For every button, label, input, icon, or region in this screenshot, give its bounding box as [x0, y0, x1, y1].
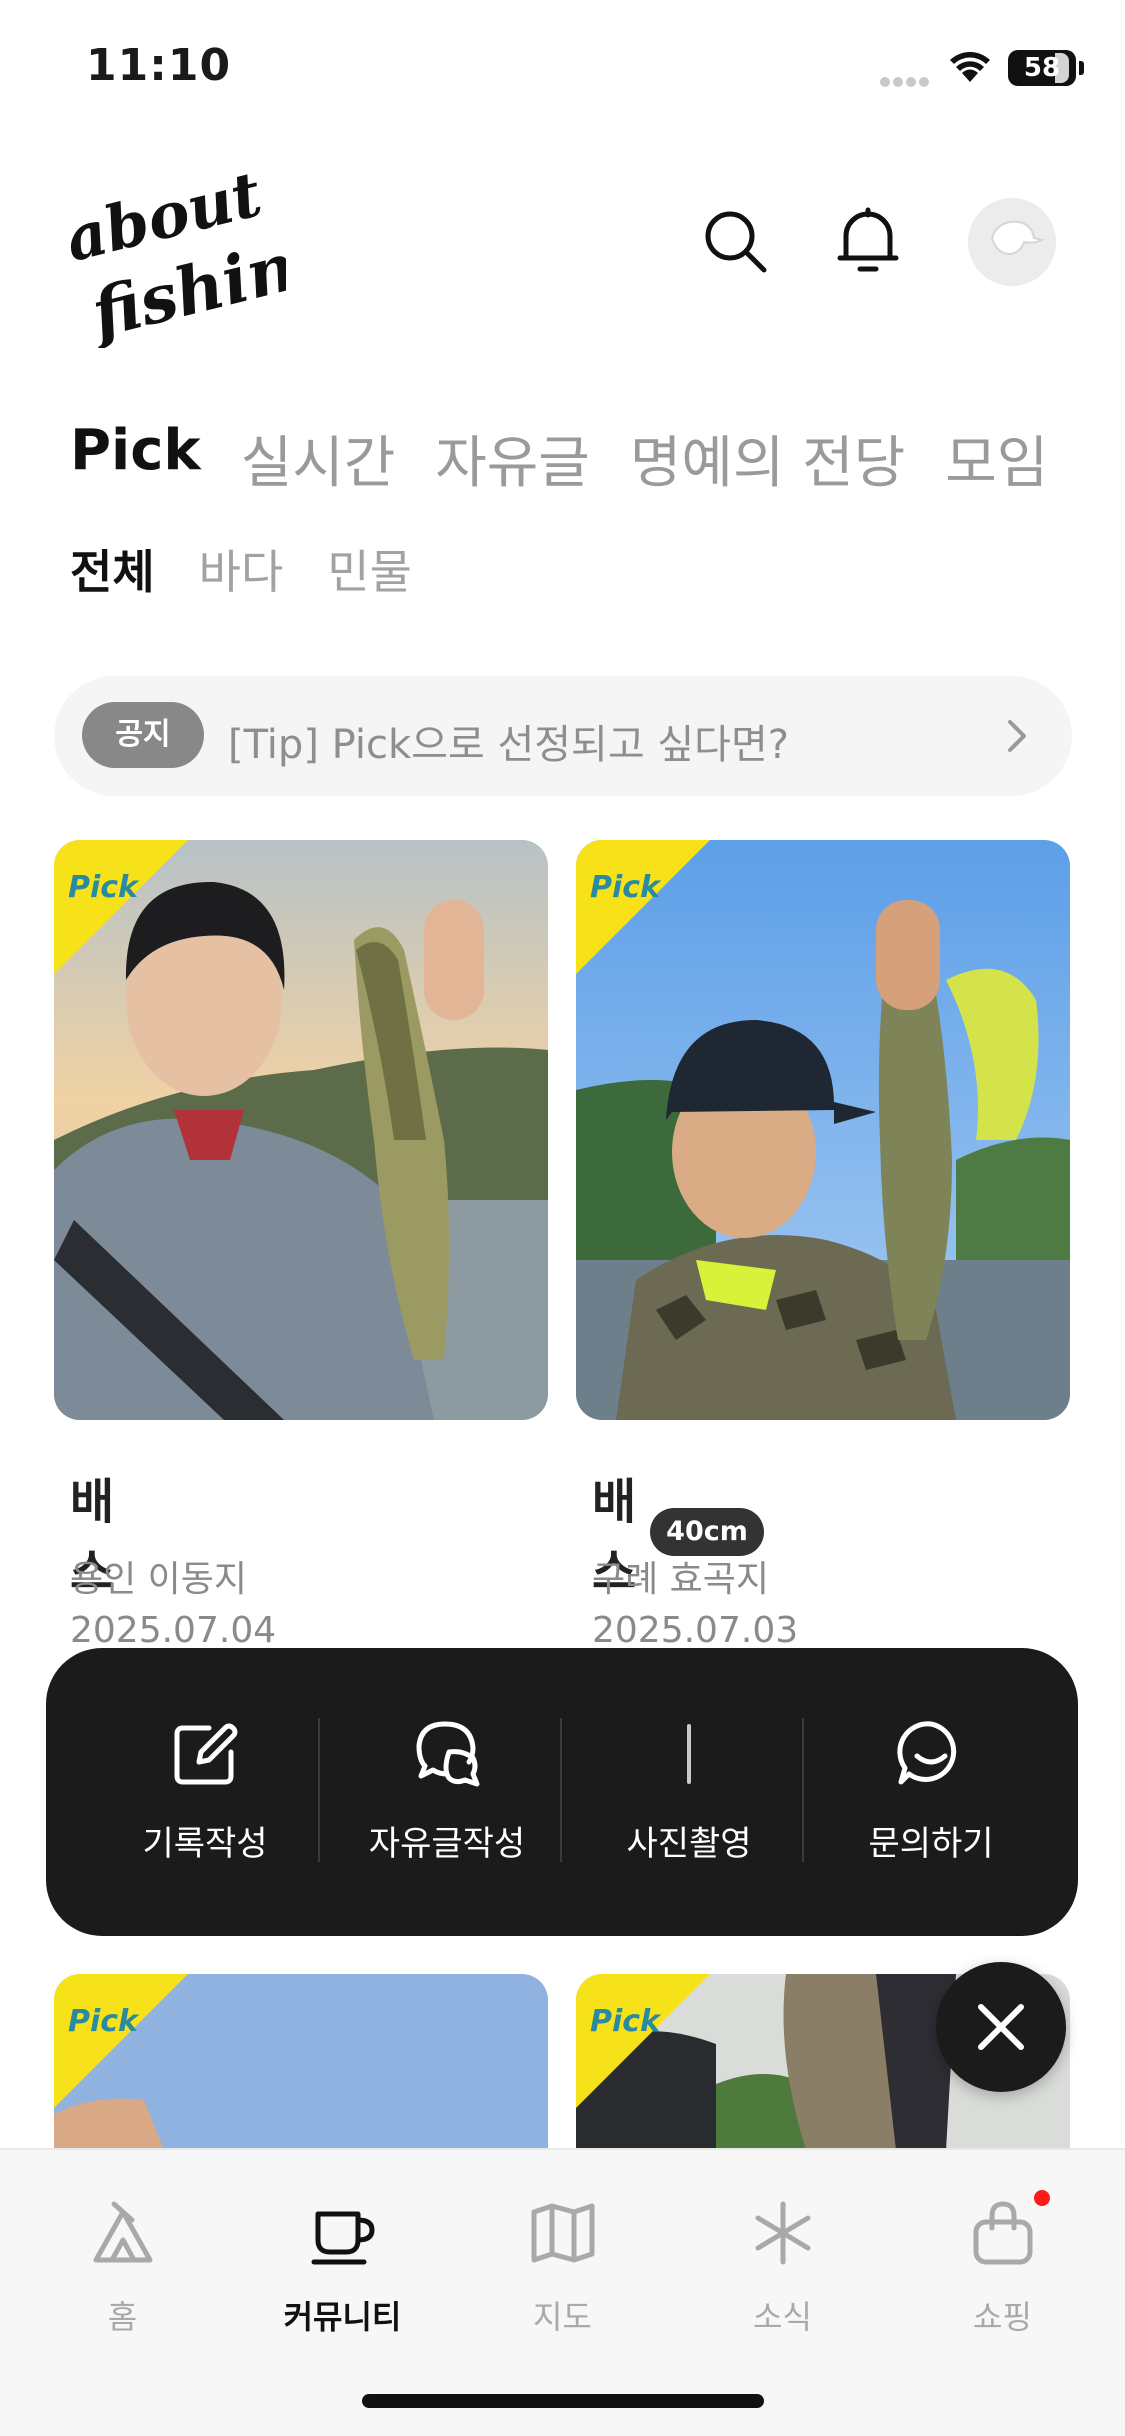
status-time: 11:10 [86, 40, 232, 91]
edit-icon [174, 1723, 238, 1785]
search-icon[interactable] [702, 208, 770, 276]
smile-chat-icon [897, 1721, 957, 1785]
notice-banner[interactable]: 공지 [Tip] Pick으로 선정되고 싶다면? [54, 676, 1072, 796]
nav-label: 홈 [107, 2298, 138, 2336]
battery-icon: 58 [1008, 50, 1076, 86]
camera-icon [687, 1724, 691, 1784]
write-record-button[interactable]: 기록작성 [84, 1648, 326, 1936]
close-icon [978, 2004, 1024, 2050]
inquiry-button[interactable]: 문의하기 [810, 1648, 1052, 1936]
pick-label: Pick [590, 870, 661, 905]
pick-corner-badge [576, 840, 710, 974]
nav-label: 쇼핑 [973, 2298, 1032, 2336]
nav-shopping[interactable]: 쇼핑 [890, 2150, 1115, 2350]
fishing-location: 용인 이동지 [70, 1559, 248, 1600]
catch-photo: Pick [54, 1974, 548, 2150]
nav-label: 커뮤니티 [283, 2298, 402, 2336]
catch-date: 2025.07.04 [70, 1610, 277, 1651]
tab-pick[interactable]: Pick [70, 418, 201, 499]
write-free-post-button[interactable]: 자유글작성 [326, 1648, 568, 1936]
bottom-navigation: 홈 커뮤니티 지도 소식 쇼핑 [0, 2148, 1125, 2436]
notice-text: [Tip] Pick으로 선정되고 싶다면? [228, 722, 790, 768]
nav-home[interactable]: 홈 [10, 2150, 235, 2350]
home-indicator[interactable] [362, 2394, 764, 2408]
main-tabs: Pick 실시간 자유글 명예의 전당 모임 [70, 418, 1048, 499]
nav-label: 지도 [533, 2298, 592, 2336]
size-badge: 40cm [650, 1508, 764, 1556]
about-fishing-logo[interactable]: about fishing [66, 148, 286, 348]
chat-bubble-icon [416, 1721, 480, 1787]
battery-tip [1079, 61, 1084, 75]
nav-community[interactable]: 커뮤니티 [230, 2150, 455, 2350]
tab-meetup[interactable]: 모임 [945, 418, 1048, 499]
cellular-signal-icon [880, 72, 932, 87]
take-photo-button[interactable]: 사진촬영 [568, 1648, 810, 1936]
fisherman-avatar-icon [968, 198, 1056, 286]
pick-label: Pick [68, 2004, 139, 2039]
tab-free-post[interactable]: 자유글 [435, 418, 590, 499]
action-label: 문의하기 [868, 1824, 994, 1864]
tab-realtime[interactable]: 실시간 [241, 418, 396, 499]
filter-freshwater[interactable]: 민물 [327, 536, 412, 602]
cup-icon [311, 2211, 375, 2265]
map-icon [531, 2203, 595, 2263]
catch-photo: Pick [54, 840, 548, 1420]
battery-level: 58 [1023, 53, 1061, 83]
action-label: 사진촬영 [626, 1824, 752, 1864]
nav-label: 소식 [753, 2298, 812, 2336]
asterisk-icon [755, 2201, 811, 2265]
tab-hall-of-fame[interactable]: 명예의 전당 [630, 418, 905, 499]
pick-label: Pick [590, 2004, 661, 2039]
divider [318, 1718, 320, 1862]
pick-corner-badge [54, 1974, 188, 2108]
pick-label: Pick [68, 870, 139, 905]
close-menu-button[interactable] [936, 1962, 1066, 2092]
divider [560, 1718, 562, 1862]
quick-action-menu: 기록작성 자유글작성 사진촬영 문의하기 [46, 1648, 1078, 1936]
catch-date: 2025.07.03 [592, 1610, 799, 1651]
fishing-location: 구례 효곡지 [592, 1559, 770, 1600]
pick-corner-badge [54, 840, 188, 974]
sub-tabs: 전체 바다 민물 [70, 536, 412, 602]
action-label: 자유글작성 [368, 1824, 526, 1864]
bell-icon[interactable] [836, 206, 900, 276]
catch-photo: Pick [576, 840, 1070, 1420]
pick-corner-badge [576, 1974, 710, 2108]
filter-all[interactable]: 전체 [70, 536, 155, 602]
filter-sea[interactable]: 바다 [199, 536, 284, 602]
nav-news[interactable]: 소식 [670, 2150, 895, 2350]
notice-badge: 공지 [82, 702, 204, 768]
divider [802, 1718, 804, 1862]
tent-icon [93, 2201, 153, 2263]
avatar[interactable] [968, 198, 1056, 286]
wifi-icon [950, 52, 990, 82]
status-bar: 11:10 58 [0, 0, 1125, 130]
notification-dot [1034, 2190, 1050, 2206]
chevron-right-icon [1008, 720, 1026, 752]
shopping-bag-icon [973, 2201, 1033, 2265]
action-label: 기록작성 [142, 1824, 268, 1864]
nav-map[interactable]: 지도 [450, 2150, 675, 2350]
